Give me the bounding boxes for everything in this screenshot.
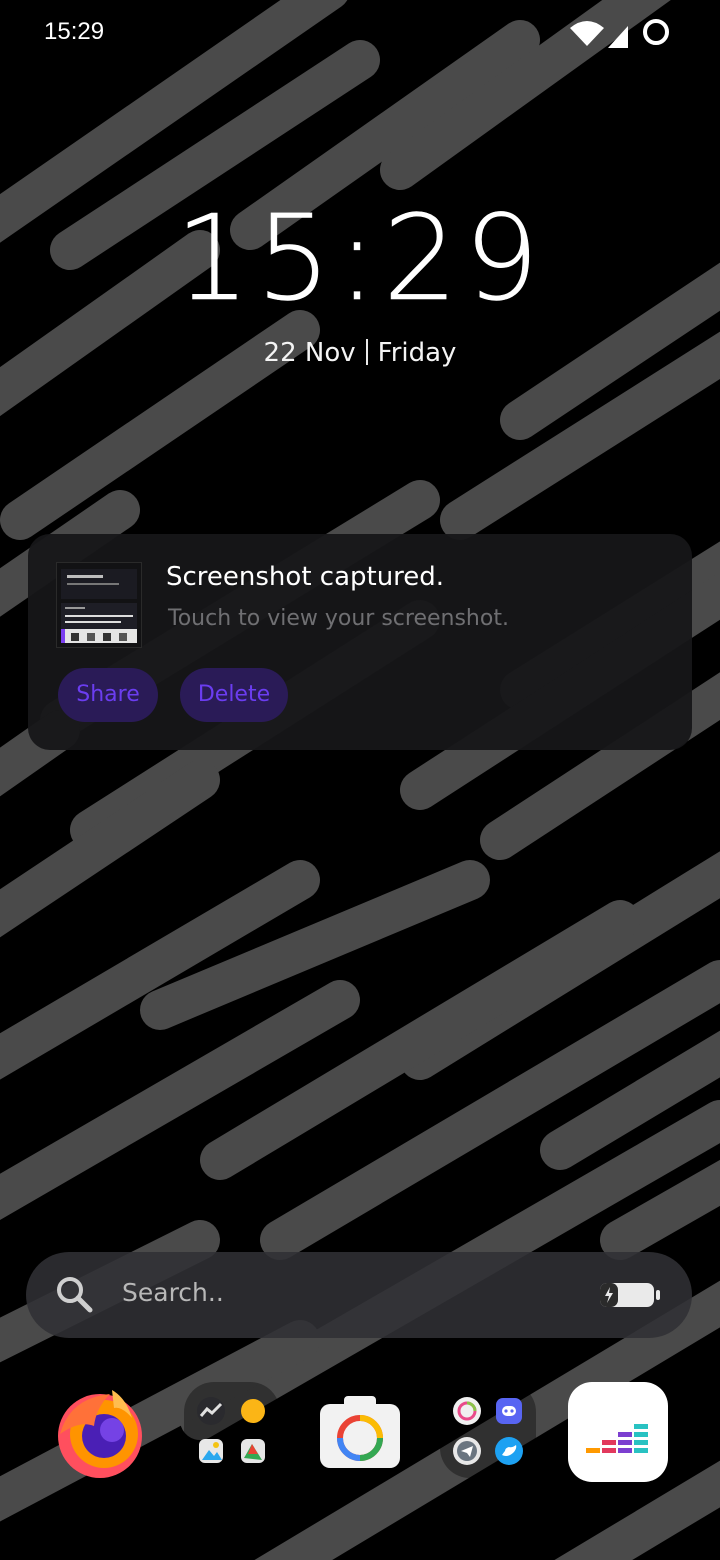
camera-icon xyxy=(320,1396,400,1468)
screenshot-notification[interactable]: Screenshot captured. Touch to view your … xyxy=(28,534,692,750)
maps-icon xyxy=(241,1439,265,1463)
firefox-icon xyxy=(58,1390,142,1478)
gallery-icon xyxy=(199,1439,223,1463)
battery-icon xyxy=(600,1283,660,1307)
notification-body: Touch to view your screenshot. xyxy=(168,606,509,631)
loading-ring-icon xyxy=(643,19,669,45)
status-bar: 15:29 xyxy=(0,0,720,64)
app-folder-1[interactable] xyxy=(184,1382,280,1478)
day-label: Friday xyxy=(377,338,457,368)
camera-app[interactable] xyxy=(316,1394,404,1472)
home-screen: 15:29 15:29 22 Nov Friday Screenshot cap… xyxy=(0,0,720,1560)
twitter-icon xyxy=(495,1437,523,1465)
screenshot-thumbnail[interactable] xyxy=(56,562,142,648)
delete-button[interactable]: Delete xyxy=(180,668,288,722)
search-icon xyxy=(57,1277,93,1313)
share-button[interactable]: Share xyxy=(58,668,158,722)
search-bar[interactable]: Search.. xyxy=(26,1252,692,1338)
status-icons xyxy=(570,19,669,48)
notification-title: Screenshot captured. xyxy=(166,562,445,592)
discord-icon xyxy=(496,1398,522,1424)
thumbnail-preview xyxy=(57,563,141,647)
dock xyxy=(0,1372,720,1492)
deezer-app[interactable] xyxy=(568,1382,668,1482)
status-time: 15:29 xyxy=(44,18,105,45)
ring-app-icon xyxy=(453,1397,481,1425)
lock-clock-time: 15:29 xyxy=(174,189,546,328)
firefox-app[interactable] xyxy=(52,1384,150,1482)
telegram-icon xyxy=(453,1437,481,1465)
search-input[interactable]: Search.. xyxy=(122,1278,224,1307)
date-label: 22 Nov xyxy=(263,338,356,368)
date-separator xyxy=(365,339,368,365)
app-folder-2[interactable] xyxy=(440,1382,536,1478)
lock-clock-date: 22 Nov Friday xyxy=(0,338,720,368)
stocks-icon xyxy=(197,1397,225,1425)
deezer-icon xyxy=(568,1382,668,1482)
wifi-icon xyxy=(570,21,604,46)
signal-icon xyxy=(608,26,628,48)
weather-icon xyxy=(241,1399,265,1423)
